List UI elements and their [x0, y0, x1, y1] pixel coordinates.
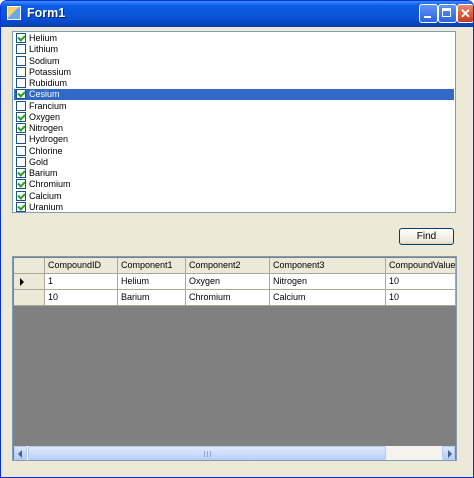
item-label: Francium [29, 100, 67, 111]
item-label: Nitrogen [29, 123, 64, 133]
table-cell[interactable]: 1 [45, 274, 118, 290]
table-cell[interactable]: 10 [386, 290, 456, 306]
list-item[interactable]: Oxygen [14, 111, 454, 123]
minimize-icon [424, 16, 431, 18]
item-checkbox[interactable] [16, 134, 26, 145]
column-header[interactable]: CompoundID [45, 258, 118, 274]
maximize-button[interactable] [438, 4, 457, 23]
list-item[interactable]: Chlorine [14, 145, 454, 157]
item-checkbox[interactable] [16, 145, 26, 156]
compounds-data-grid[interactable]: CompoundID Component1 Component2 Component3… [12, 256, 457, 461]
list-item[interactable]: Helium [14, 33, 454, 44]
item-checkbox[interactable] [16, 111, 26, 122]
list-item[interactable]: Hydrogen [14, 134, 454, 145]
table-cell[interactable]: Oxygen [186, 274, 270, 290]
list-item[interactable]: Barium [14, 168, 454, 179]
item-checkbox[interactable] [16, 190, 26, 201]
list-item[interactable]: Rubidium [14, 78, 454, 89]
app-icon[interactable] [7, 6, 21, 20]
list-item[interactable]: Chromium [14, 179, 454, 190]
item-label: Barium [29, 168, 58, 178]
checkmark-icon [17, 190, 26, 200]
checkmark-icon [17, 168, 26, 177]
checkmark-icon [17, 179, 26, 188]
table-cell[interactable]: Helium [118, 274, 186, 290]
item-label: Sodium [29, 55, 60, 66]
item-label: Rubidium [29, 78, 68, 88]
scroll-left-button[interactable] [14, 446, 27, 460]
arrow-left-icon [18, 450, 22, 458]
table-cell[interactable]: Nitrogen [270, 274, 386, 290]
item-label: Potassium [29, 66, 72, 77]
item-label: Oxygen [29, 111, 61, 122]
list-item[interactable]: Uranium [14, 201, 454, 213]
column-header[interactable]: Component2 [186, 258, 270, 274]
column-header[interactable]: Component1 [118, 258, 186, 274]
item-label: Hydrogen [29, 134, 69, 145]
table-cell[interactable]: 10 [386, 274, 456, 290]
item-label: Lithium [29, 44, 59, 55]
item-label: Helium [29, 33, 58, 43]
table-cell[interactable]: Barium [118, 290, 186, 306]
scroll-right-button[interactable] [442, 446, 455, 460]
close-button[interactable]: ✕ [457, 4, 473, 23]
column-header[interactable]: CompoundValue [386, 258, 456, 274]
horizontal-scrollbar[interactable] [14, 446, 455, 460]
item-label: Cesium [29, 89, 60, 100]
item-checkbox[interactable] [16, 123, 26, 133]
row-header[interactable] [14, 290, 45, 306]
list-item[interactable]: Lithium [14, 44, 454, 55]
item-checkbox[interactable] [16, 179, 26, 190]
checkmark-icon [17, 202, 26, 211]
scrollbar-thumb[interactable] [28, 446, 386, 460]
list-item[interactable]: Calcium [14, 190, 454, 202]
close-icon: ✕ [460, 6, 471, 21]
item-checkbox[interactable] [16, 168, 26, 178]
table-cell[interactable]: 10 [45, 290, 118, 306]
item-checkbox[interactable] [16, 78, 26, 88]
column-header[interactable]: Component3 [270, 258, 386, 274]
checkmark-icon [17, 112, 26, 121]
form1-window: Form1 ✕ Helium Lithium Sodium Potassium Rubi… [0, 0, 474, 478]
elements-checked-list[interactable]: Helium Lithium Sodium Potassium Rubidium Cesi… [12, 31, 456, 213]
list-item[interactable]: Sodium [14, 55, 454, 67]
find-button[interactable]: Find [399, 228, 454, 245]
maximize-icon [442, 8, 451, 17]
item-checkbox[interactable] [16, 89, 26, 100]
list-item[interactable]: Gold [14, 156, 454, 168]
item-label: Chlorine [29, 145, 63, 156]
checkmark-icon [17, 33, 26, 42]
item-label: Uranium [29, 201, 64, 212]
list-item[interactable]: Potassium [14, 66, 454, 78]
list-item[interactable]: Nitrogen [14, 123, 454, 134]
title-bar[interactable]: Form1 ✕ [1, 1, 473, 27]
item-checkbox[interactable] [16, 44, 26, 55]
item-label: Gold [29, 156, 49, 167]
item-checkbox[interactable] [16, 55, 26, 66]
row-header[interactable] [14, 274, 45, 290]
item-label: Chromium [29, 179, 71, 190]
item-checkbox[interactable] [16, 201, 26, 212]
list-item[interactable]: Francium [14, 100, 454, 112]
grid-corner-header [14, 258, 45, 274]
checkmark-icon [17, 89, 26, 98]
grip-line [207, 451, 208, 457]
arrow-right-icon [448, 450, 452, 458]
item-checkbox[interactable] [16, 156, 26, 167]
item-checkbox[interactable] [16, 100, 26, 111]
list-item[interactable]: Cesium [14, 89, 454, 101]
window-title: Form1 [27, 6, 66, 20]
table-cell[interactable]: Calcium [270, 290, 386, 306]
minimize-button[interactable] [419, 4, 438, 23]
grip-line [204, 451, 205, 457]
grip-line [210, 451, 211, 457]
item-checkbox[interactable] [16, 66, 26, 77]
table-cell[interactable]: Chromium [186, 290, 270, 306]
checkmark-icon [17, 123, 26, 132]
item-checkbox[interactable] [16, 33, 26, 43]
current-row-arrow-icon [20, 278, 24, 286]
item-label: Calcium [29, 190, 62, 201]
